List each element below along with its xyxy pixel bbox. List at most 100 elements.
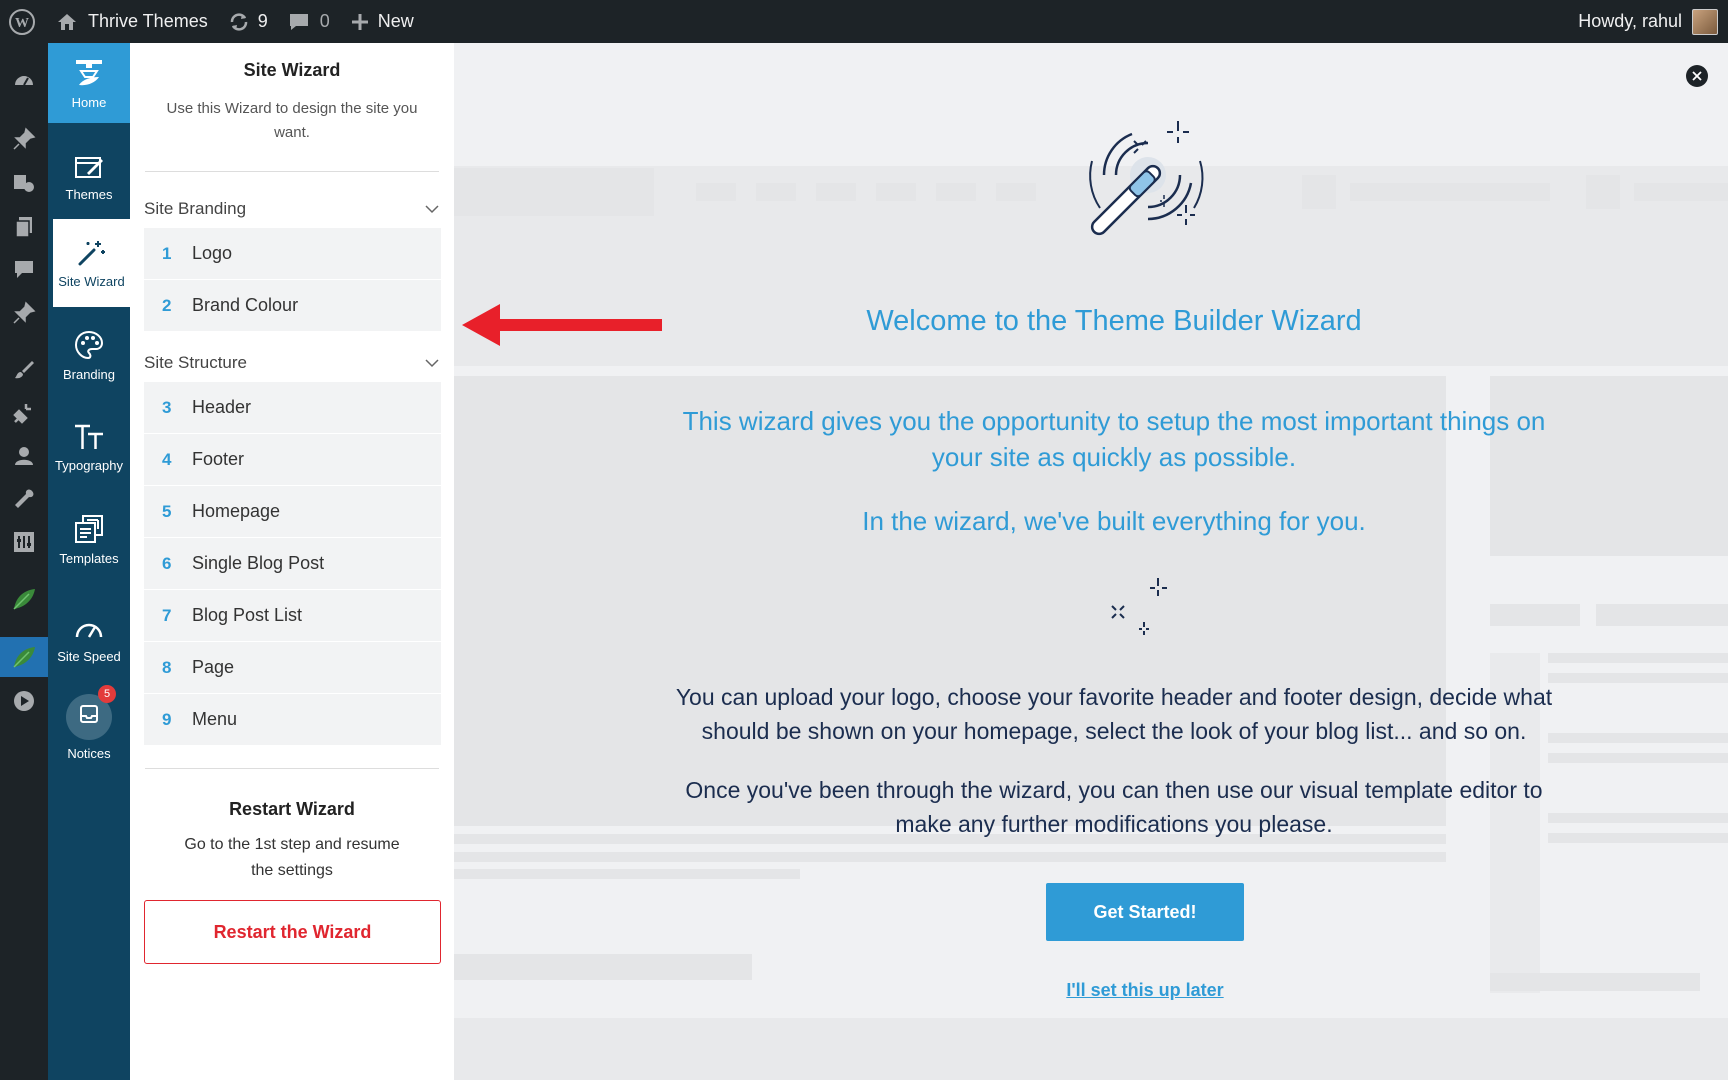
settings-icon[interactable] bbox=[10, 528, 38, 556]
step-logo[interactable]: 1 Logo bbox=[144, 228, 441, 280]
nav-branding[interactable]: Branding bbox=[48, 311, 130, 399]
thrive-dashboard-icon[interactable] bbox=[0, 637, 48, 677]
admin-bar: W Thrive Themes 9 0 New Howdy, rahul bbox=[0, 0, 1728, 43]
comment-icon bbox=[289, 13, 308, 30]
nav-themes-label: Themes bbox=[65, 186, 113, 202]
thrive-nav: Home Themes Site Wizard Branding Typogra… bbox=[48, 43, 130, 1080]
welcome-title: Welcome to the Theme Builder Wizard bbox=[866, 305, 1362, 337]
step-label: Brand Colour bbox=[192, 295, 299, 315]
templates-icon bbox=[75, 514, 103, 543]
media-icon[interactable] bbox=[10, 169, 38, 197]
step-brand-colour[interactable]: 2 Brand Colour bbox=[144, 280, 441, 332]
dashboard-icon[interactable] bbox=[10, 67, 38, 95]
main-area: Welcome to the Theme Builder Wizard This… bbox=[454, 43, 1728, 1080]
panel-title: Site Wizard bbox=[243, 60, 341, 80]
step-footer[interactable]: 4 Footer bbox=[144, 434, 441, 486]
step-number: 8 bbox=[162, 657, 172, 677]
get-started-button[interactable]: Get Started! bbox=[1046, 883, 1244, 941]
nav-site-wizard[interactable]: Site Wizard bbox=[53, 219, 130, 307]
lead-text-2: In the wizard, we've built everything fo… bbox=[862, 506, 1366, 536]
comments-count: 0 bbox=[319, 11, 330, 31]
site-structure-section-header[interactable]: Site Structure bbox=[144, 352, 440, 374]
typography-icon bbox=[75, 424, 103, 449]
site-branding-section-title: Site Branding bbox=[144, 199, 247, 218]
step-number: 3 bbox=[162, 397, 172, 417]
nav-templates[interactable]: Templates bbox=[48, 495, 130, 583]
new-label: New bbox=[377, 11, 414, 31]
appearance-icon[interactable] bbox=[10, 356, 38, 384]
step-number: 2 bbox=[162, 295, 172, 315]
step-label: Single Blog Post bbox=[192, 553, 325, 573]
restart-wizard-button[interactable]: Restart the Wizard bbox=[144, 900, 441, 964]
nav-typography[interactable]: Typography bbox=[48, 403, 130, 491]
avatar bbox=[1692, 8, 1718, 35]
step-number: 5 bbox=[162, 501, 172, 521]
leaf-icon[interactable] bbox=[10, 585, 38, 613]
step-header[interactable]: 3 Header bbox=[144, 382, 441, 434]
tools-icon[interactable] bbox=[10, 485, 38, 513]
step-blog-post-list[interactable]: 7 Blog Post List bbox=[144, 590, 441, 642]
step-number: 7 bbox=[162, 605, 172, 625]
site-name-link[interactable]: Thrive Themes bbox=[46, 0, 218, 43]
nav-site-speed[interactable]: Site Speed bbox=[48, 595, 130, 683]
howdy-text: Howdy, rahul bbox=[1578, 11, 1682, 31]
wizard-panel: Site Wizard Use this Wizard to design th… bbox=[130, 43, 454, 1080]
thrive-logo-icon bbox=[76, 59, 102, 85]
set-up-later-link[interactable]: I'll set this up later bbox=[1045, 980, 1245, 1001]
nav-templates-label: Templates bbox=[59, 550, 119, 566]
admin-menu bbox=[0, 43, 48, 1080]
plus-icon bbox=[351, 13, 368, 30]
close-icon bbox=[1692, 71, 1702, 81]
nav-home[interactable]: Home bbox=[48, 43, 130, 123]
restart-title: Restart Wizard bbox=[229, 799, 355, 819]
red-arrow-icon bbox=[462, 304, 662, 346]
nav-notices[interactable]: 5 Notices bbox=[48, 683, 130, 771]
close-button[interactable] bbox=[1686, 65, 1708, 87]
panel-description: Use this Wizard to design the site you w… bbox=[166, 100, 418, 141]
step-label: Footer bbox=[192, 449, 245, 469]
nav-themes[interactable]: Themes bbox=[48, 133, 130, 221]
site-name: Thrive Themes bbox=[88, 11, 208, 31]
step-single-blog-post[interactable]: 6 Single Blog Post bbox=[144, 538, 441, 590]
nav-typography-label: Typography bbox=[55, 457, 123, 473]
my-account[interactable]: Howdy, rahul bbox=[1578, 0, 1728, 43]
play-icon[interactable] bbox=[10, 687, 38, 715]
nav-site-wizard-label: Site Wizard bbox=[58, 273, 125, 289]
step-label: Logo bbox=[192, 243, 233, 263]
new-content-link[interactable]: New bbox=[340, 0, 424, 43]
updates-link[interactable]: 9 bbox=[218, 0, 278, 43]
step-number: 6 bbox=[162, 553, 172, 573]
step-page[interactable]: 8 Page bbox=[144, 642, 441, 694]
nav-branding-label: Branding bbox=[62, 366, 116, 382]
plugins-icon[interactable] bbox=[10, 399, 38, 427]
wp-logo-icon[interactable]: W bbox=[0, 0, 46, 43]
site-branding-section-header[interactable]: Site Branding bbox=[144, 198, 440, 220]
nav-site-speed-label: Site Speed bbox=[57, 648, 121, 664]
magic-wand-illustration-icon bbox=[1089, 121, 1204, 236]
step-label: Header bbox=[192, 397, 252, 417]
magic-wand-icon bbox=[78, 240, 105, 265]
chevron-down-icon bbox=[425, 359, 439, 368]
sparkles-icon bbox=[1111, 578, 1167, 635]
pages-icon[interactable] bbox=[10, 213, 38, 241]
step-label: Homepage bbox=[192, 501, 281, 521]
users-icon[interactable] bbox=[10, 442, 38, 470]
site-structure-section-title: Site Structure bbox=[144, 353, 247, 372]
step-label: Menu bbox=[192, 709, 238, 729]
comments-icon[interactable] bbox=[10, 256, 38, 284]
svg-text:W: W bbox=[15, 16, 29, 31]
body-text-2: Once you've been through the wizard, you… bbox=[685, 777, 1543, 837]
step-number: 1 bbox=[162, 243, 172, 263]
restart-description: Go to the 1st step and resume the settin… bbox=[184, 836, 400, 879]
step-homepage[interactable]: 5 Homepage bbox=[144, 486, 441, 538]
step-number: 4 bbox=[162, 449, 172, 469]
comments-link[interactable]: 0 bbox=[278, 0, 340, 43]
welcome-overlay: Welcome to the Theme Builder Wizard This… bbox=[454, 43, 1728, 1080]
step-label: Page bbox=[192, 657, 235, 677]
step-menu[interactable]: 9 Menu bbox=[144, 694, 441, 746]
pin-icon[interactable] bbox=[10, 125, 38, 153]
step-number: 9 bbox=[162, 709, 172, 729]
pin-icon-2[interactable] bbox=[10, 299, 38, 327]
palette-icon bbox=[74, 330, 104, 359]
branding-steps: 1 Logo 2 Brand Colour bbox=[144, 228, 441, 332]
